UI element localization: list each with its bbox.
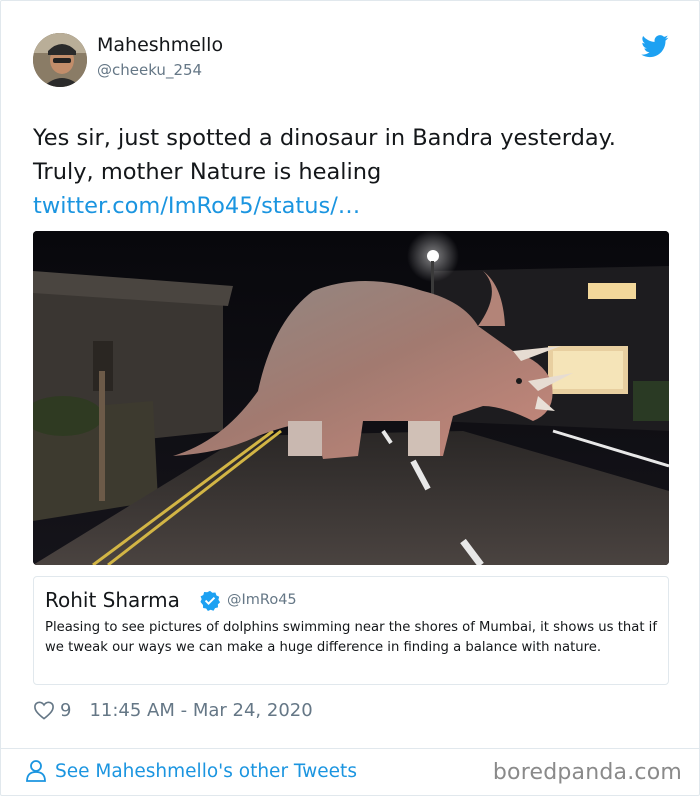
footer-divider — [1, 748, 699, 749]
heart-icon[interactable] — [33, 700, 55, 720]
twitter-bird-icon[interactable] — [641, 35, 669, 58]
see-other-tweets-label[interactable]: See Maheshmello's other Tweets — [55, 761, 357, 782]
person-icon — [26, 760, 46, 782]
quoted-author-handle[interactable]: @ImRo45 — [227, 592, 297, 608]
tweet-text-line-2: Truly, mother Nature is healing — [33, 159, 382, 185]
like-count: 9 — [60, 699, 72, 721]
quoted-author-name[interactable]: Rohit Sharma — [45, 588, 180, 612]
verified-badge-icon — [200, 590, 221, 611]
tweet-text-line-1: Yes sir, just spotted a dinosaur in Band… — [33, 125, 616, 151]
author-avatar[interactable] — [33, 33, 87, 87]
watermark: boredpanda.com — [492, 760, 682, 785]
tweet-timestamp[interactable]: 11:45 AM - Mar 24, 2020 — [89, 700, 312, 721]
author-handle[interactable]: @cheeku_254 — [97, 61, 202, 79]
quoted-tweet[interactable]: Rohit Sharma @ImRo45 Pleasing to see pic… — [33, 576, 669, 685]
tweet-text: Yes sir, just spotted a dinosaur in Band… — [33, 121, 673, 223]
dinosaur-street-photo — [33, 231, 669, 565]
tweet-status-link[interactable]: twitter.com/ImRo45/status/… — [33, 189, 673, 223]
quoted-tweet-text: Pleasing to see pictures of dolphins swi… — [45, 620, 657, 655]
author-display-name[interactable]: Maheshmello — [97, 34, 223, 56]
tweet-meta: 9 11:45 AM - Mar 24, 2020 — [33, 697, 313, 723]
embedded-tweet-card: Maheshmello @cheeku_254 Yes sir, just sp… — [0, 0, 700, 796]
tweet-photo[interactable] — [33, 231, 669, 565]
see-other-tweets-link[interactable]: See Maheshmello's other Tweets — [25, 759, 357, 783]
